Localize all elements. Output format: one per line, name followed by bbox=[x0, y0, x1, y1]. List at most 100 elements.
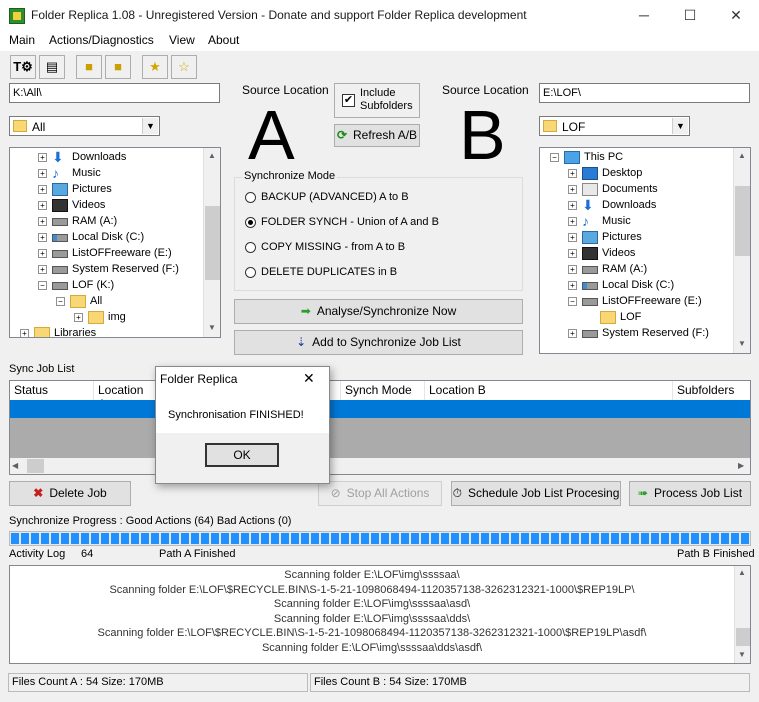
column-location-b[interactable]: Location B bbox=[425, 381, 673, 400]
log-vscrollbar[interactable]: ▲ ▼ bbox=[734, 566, 750, 663]
collapse-icon[interactable]: − bbox=[568, 297, 577, 306]
log-scroll-thumb[interactable] bbox=[736, 628, 750, 646]
folder-icon bbox=[543, 120, 557, 132]
include-subfolders-checkbox[interactable]: ✔ bbox=[342, 94, 355, 107]
list-button[interactable]: ▤ bbox=[39, 55, 65, 79]
scroll-up-icon[interactable]: ▲ bbox=[738, 151, 746, 160]
scroll-up-icon[interactable]: ▲ bbox=[208, 151, 216, 160]
expand-icon[interactable]: + bbox=[38, 201, 47, 210]
new-job-button[interactable]: T⚙ bbox=[10, 55, 36, 79]
log-line: Scanning folder E:\LOF\img\ssssaa\dds\ bbox=[273, 612, 471, 625]
right-folder-combo[interactable]: LOF ▼ bbox=[539, 116, 690, 136]
pc-icon bbox=[564, 151, 580, 164]
letter-a: A bbox=[248, 96, 295, 174]
arrow-right-icon: ➡ bbox=[300, 304, 311, 318]
column-synch-mode[interactable]: Synch Mode bbox=[341, 381, 425, 400]
right-folder-tree[interactable]: − This PC + Desktop + Documents + ⬇ Downloads + ♪ M… bbox=[539, 147, 751, 354]
chevron-down-icon[interactable]: ▼ bbox=[142, 118, 158, 134]
dialog-ok-button[interactable]: OK bbox=[205, 443, 279, 467]
sync-mode-radio[interactable] bbox=[245, 217, 256, 228]
column-subfolders[interactable]: Subfolders bbox=[673, 381, 750, 400]
menu-main[interactable]: Main bbox=[9, 33, 35, 47]
maximize-button[interactable]: ☐ bbox=[667, 0, 713, 31]
scroll-down-icon[interactable]: ▼ bbox=[738, 339, 746, 348]
left-path-input[interactable]: K:\All\ bbox=[9, 83, 220, 103]
folder-star-button[interactable]: ■ bbox=[76, 55, 102, 79]
menu-about[interactable]: About bbox=[208, 33, 239, 47]
synchronize-mode-title: Synchronize Mode bbox=[242, 170, 338, 182]
stop-all-actions-button[interactable]: ⊘ Stop All Actions bbox=[318, 481, 442, 506]
sync-mode-radio[interactable] bbox=[245, 192, 256, 203]
job-list-hscrollbar[interactable]: ◀ ▶ bbox=[10, 458, 750, 474]
tree-scroll-thumb[interactable] bbox=[205, 206, 220, 280]
menu-actions-diagnostics[interactable]: Actions/Diagnostics bbox=[49, 33, 154, 47]
expand-icon[interactable]: + bbox=[568, 281, 577, 290]
left-folder-combo[interactable]: All ▼ bbox=[9, 116, 160, 136]
expand-icon[interactable]: + bbox=[568, 329, 577, 338]
expand-icon[interactable]: + bbox=[38, 185, 47, 194]
folder-icon bbox=[600, 311, 616, 324]
star-button[interactable]: ☆ bbox=[171, 55, 197, 79]
star-add-button[interactable]: ★ bbox=[142, 55, 168, 79]
scroll-up-icon[interactable]: ▲ bbox=[738, 568, 746, 577]
refresh-button[interactable]: ⟳ Refresh A/B bbox=[334, 124, 420, 147]
column-location-a[interactable]: Location A bbox=[94, 381, 156, 411]
expand-icon[interactable]: + bbox=[568, 233, 577, 242]
analyse-synchronize-button[interactable]: ➡ Analyse/Synchronize Now bbox=[234, 299, 523, 324]
table-row-selected[interactable] bbox=[10, 400, 750, 418]
menu-view[interactable]: View bbox=[169, 33, 195, 47]
sync-mode-radio[interactable] bbox=[245, 267, 256, 278]
tree-node-label: RAM (A:) bbox=[602, 263, 648, 275]
scroll-right-icon[interactable]: ▶ bbox=[738, 461, 744, 470]
scroll-left-icon[interactable]: ◀ bbox=[12, 461, 18, 470]
scroll-down-icon[interactable]: ▼ bbox=[738, 650, 746, 659]
left-folder-tree[interactable]: + ⬇ Downloads + ♪ Music + Pictures + Videos + RAM (… bbox=[9, 147, 221, 338]
folder-up-button[interactable]: ■ bbox=[105, 55, 131, 79]
schedule-job-list-button[interactable]: ⏱ Schedule Job List Procesing bbox=[451, 481, 621, 506]
right-path-input[interactable]: E:\LOF\ bbox=[539, 83, 750, 103]
tree-vscrollbar[interactable]: ▲ ▼ bbox=[203, 148, 220, 337]
include-subfolders-box[interactable]: ✔ Include Subfolders bbox=[334, 83, 420, 118]
tree-vscrollbar[interactable]: ▲ ▼ bbox=[733, 148, 750, 353]
dialog-close-button[interactable]: ✕ bbox=[303, 370, 315, 387]
close-button[interactable]: ✕ bbox=[713, 0, 759, 31]
expand-icon[interactable]: + bbox=[74, 313, 83, 322]
download-icon: ⬇ bbox=[582, 197, 594, 213]
collapse-icon[interactable]: − bbox=[38, 281, 47, 290]
app-icon bbox=[9, 8, 25, 24]
expand-icon[interactable]: + bbox=[568, 249, 577, 258]
expand-icon[interactable]: + bbox=[568, 169, 577, 178]
hscroll-thumb[interactable] bbox=[27, 459, 44, 473]
collapse-icon[interactable]: − bbox=[56, 297, 65, 306]
sync-mode-label: FOLDER SYNCH - Union of A and B bbox=[261, 216, 439, 228]
drive-icon bbox=[582, 266, 598, 274]
videos-icon bbox=[52, 199, 68, 212]
delete-job-button[interactable]: ✖ Delete Job bbox=[9, 481, 131, 506]
expand-icon[interactable]: + bbox=[38, 233, 47, 242]
expand-icon[interactable]: + bbox=[38, 249, 47, 258]
sync-mode-radio[interactable] bbox=[245, 242, 256, 253]
expand-icon[interactable]: + bbox=[38, 265, 47, 274]
download-icon: ⬇ bbox=[52, 149, 64, 165]
expand-icon[interactable]: + bbox=[568, 185, 577, 194]
expand-icon[interactable]: + bbox=[568, 217, 577, 226]
star-add-icon: ★ bbox=[149, 59, 161, 74]
chevron-down-icon[interactable]: ▼ bbox=[672, 118, 688, 134]
column-status[interactable]: Status bbox=[10, 381, 94, 400]
expand-icon[interactable]: + bbox=[38, 169, 47, 178]
minimize-button[interactable]: ─ bbox=[621, 0, 667, 31]
pictures-icon bbox=[582, 231, 598, 244]
add-to-job-list-button[interactable]: ⇣ Add to Synchronize Job List bbox=[234, 330, 523, 355]
collapse-icon[interactable]: − bbox=[550, 153, 559, 162]
expand-icon[interactable]: + bbox=[568, 265, 577, 274]
stop-label: Stop All Actions bbox=[346, 486, 430, 500]
expand-icon[interactable]: + bbox=[20, 329, 29, 337]
expand-icon[interactable]: + bbox=[38, 217, 47, 226]
activity-log[interactable]: ▲ ▼ Scanning folder E:\LOF\img\ssssaa\ Sc… bbox=[9, 565, 751, 664]
process-job-list-button[interactable]: ➠ Process Job List bbox=[629, 481, 751, 506]
scroll-down-icon[interactable]: ▼ bbox=[208, 323, 216, 332]
expand-icon[interactable]: + bbox=[38, 153, 47, 162]
tree-scroll-thumb[interactable] bbox=[735, 186, 750, 256]
tree-node-label: LOF (K:) bbox=[72, 279, 115, 291]
expand-icon[interactable]: + bbox=[568, 201, 577, 210]
